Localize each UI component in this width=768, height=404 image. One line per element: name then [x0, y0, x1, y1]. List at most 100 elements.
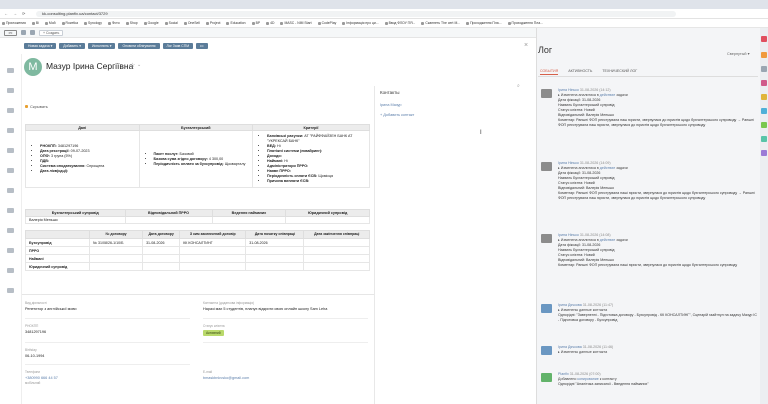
database-icon[interactable] — [7, 268, 14, 273]
bookmark-item[interactable]: Проходження Пла... — [507, 21, 543, 25]
field-label: E-mail — [203, 370, 213, 374]
tasks-icon[interactable] — [7, 88, 14, 93]
log-author[interactable]: Ірина Дячкова — [558, 303, 582, 307]
table-header — [24, 230, 91, 239]
crm-top-bar: PF + Создать — [0, 28, 536, 38]
bookmark-item[interactable]: Rozetka — [61, 21, 78, 25]
tab-technical-log[interactable]: ТЕХНИЧЕСКИЙ ЛОГ — [602, 69, 637, 75]
bookmark-item[interactable]: ВР — [251, 21, 260, 25]
avatar — [541, 89, 552, 98]
files-icon[interactable] — [7, 188, 14, 193]
create-button[interactable]: + Создать — [39, 29, 64, 36]
bookmark-item[interactable]: Project — [205, 21, 220, 25]
forward-icon[interactable]: → — [13, 11, 17, 16]
tab-activity[interactable]: АКТИВНОСТЬ — [568, 69, 592, 75]
execute-button[interactable]: Исполнить ▾ — [87, 43, 116, 49]
log-author[interactable]: Ірина Дячкова — [558, 345, 582, 349]
bookmark-item[interactable]: Мой — [44, 21, 56, 25]
analytics-icon[interactable] — [7, 248, 14, 253]
add-button[interactable]: Добавить ▾ — [59, 43, 85, 49]
bookmark-item[interactable]: Google — [143, 21, 159, 25]
chevron-down-icon[interactable]: ⌄ — [137, 62, 141, 68]
browser-nav-buttons[interactable]: ← → ⟳ — [0, 11, 36, 16]
home-icon[interactable] — [7, 68, 14, 73]
field-value[interactable]: Наразі має 5 студентів, планує відкрити … — [203, 307, 327, 311]
bookmark-item[interactable]: Synology — [83, 21, 102, 25]
bookmark-item[interactable]: CodePlay — [317, 21, 336, 25]
inbox-icon[interactable] — [30, 30, 35, 35]
more-button[interactable]: ••• — [196, 43, 208, 49]
chat-icon[interactable] — [7, 228, 14, 233]
log-link[interactable]: действие — [600, 238, 615, 242]
field-value[interactable]: 3481297196 — [25, 330, 46, 334]
email-link[interactable]: bmaskbnkvsko@gmail.com — [203, 376, 249, 380]
hide-toggle[interactable]: Скрывать — [25, 104, 48, 109]
notifications-icon[interactable] — [761, 36, 767, 42]
star-icon[interactable]: ☆ — [130, 62, 135, 69]
bookmark-item[interactable]: Сканнеть The cert М... — [421, 21, 460, 25]
bookmark-item[interactable]: Ввод ФЛОУ ПЯ... — [384, 21, 415, 25]
contact-name: Мазур Ірина Сергіївна — [46, 61, 134, 71]
field-value[interactable]: Репетитор з англійської мови — [25, 307, 77, 311]
reload-icon[interactable]: ⟳ — [22, 11, 25, 16]
bookmark-icon — [507, 21, 511, 25]
reports-icon[interactable] — [7, 168, 14, 173]
projects-icon[interactable] — [7, 128, 14, 133]
log-button[interactable]: Лог Заяв СПМ — [162, 43, 194, 49]
phone-link[interactable]: +380990 666 44 57 — [25, 376, 58, 380]
log-author[interactable]: Ірина Нінько — [558, 233, 579, 237]
url-field[interactable]: kk-consulting.planfix.ua/contact/3729 — [36, 10, 676, 17]
avatar — [541, 304, 552, 313]
documents-icon[interactable] — [7, 148, 14, 153]
calendar-icon[interactable] — [7, 208, 14, 213]
log-link[interactable]: действие — [600, 166, 615, 170]
table-row: Юридичний супровід — [24, 262, 370, 271]
calendar-rail-icon[interactable] — [761, 136, 767, 142]
chat-rail-icon[interactable] — [761, 122, 767, 128]
menu-icon[interactable] — [21, 30, 26, 35]
tasks-rail-icon[interactable] — [761, 94, 767, 100]
search-icon[interactable]: ⌕ — [517, 83, 520, 89]
bookmark-item[interactable]: Shop — [125, 21, 138, 25]
contacts-icon[interactable] — [7, 108, 14, 113]
bookmark-item[interactable]: MASC - NIM Start — [280, 21, 312, 25]
favorites-icon[interactable] — [761, 80, 767, 86]
bookmark-item[interactable]: Education — [226, 21, 246, 25]
browser-address-bar: ← → ⟳ kk-consulting.planfix.ua/contact/372… — [0, 9, 768, 19]
table-cell — [285, 216, 370, 224]
log-author[interactable]: Ірина Нінько — [558, 88, 579, 92]
table-cell — [303, 246, 370, 255]
bookmark-item[interactable]: OneSell — [183, 21, 200, 25]
log-entry: Ірина Нінько 31-08-2026 (14:12) ▸ Изменен… — [540, 88, 758, 128]
bookmark-item[interactable]: Bi — [31, 21, 39, 25]
update-button[interactable]: Оновити облігування — [118, 43, 160, 49]
log-action: ▸ Изменены данные контакта — [558, 350, 608, 354]
close-icon[interactable]: × — [524, 42, 528, 49]
log-link[interactable]: копирование — [577, 377, 598, 381]
linked-contact[interactable]: Ірина Мазур — [380, 103, 402, 107]
bookmark-item[interactable]: Приложения — [2, 21, 26, 25]
log-view-select[interactable]: Свернутый ▾ — [727, 51, 750, 56]
bookmark-item[interactable]: 4D — [266, 21, 274, 25]
star-rail-icon[interactable] — [761, 66, 767, 72]
bookmark-item[interactable]: Фото — [107, 21, 120, 25]
new-task-button[interactable]: Новая задача ▾ — [24, 43, 57, 49]
bookmark-item[interactable]: Інформація про ци... — [342, 21, 379, 25]
log-author[interactable]: Planfix — [558, 372, 569, 376]
bookmark-icon — [384, 21, 388, 25]
status-badge[interactable]: Активний — [203, 330, 224, 336]
bookmark-item[interactable]: Проходження Пла... — [466, 21, 502, 25]
table-header: Юридичний супровід — [285, 209, 370, 217]
add-contact-link[interactable]: + Добавить контакт — [380, 113, 414, 117]
log-link[interactable]: действие — [600, 93, 615, 97]
field-value[interactable]: 06-10-1994 — [25, 354, 44, 358]
settings-rail-icon[interactable] — [7, 288, 14, 293]
bell-icon[interactable] — [761, 52, 767, 58]
back-icon[interactable]: ← — [4, 11, 8, 16]
info-icon[interactable] — [761, 108, 767, 114]
bookmark-item[interactable]: Social — [164, 21, 178, 25]
apps-icon[interactable] — [761, 150, 767, 156]
tab-events[interactable]: СОБЫТИЯ — [540, 69, 559, 75]
app-logo[interactable]: PF — [4, 29, 17, 36]
log-author[interactable]: Ірина Нінько — [558, 161, 579, 165]
